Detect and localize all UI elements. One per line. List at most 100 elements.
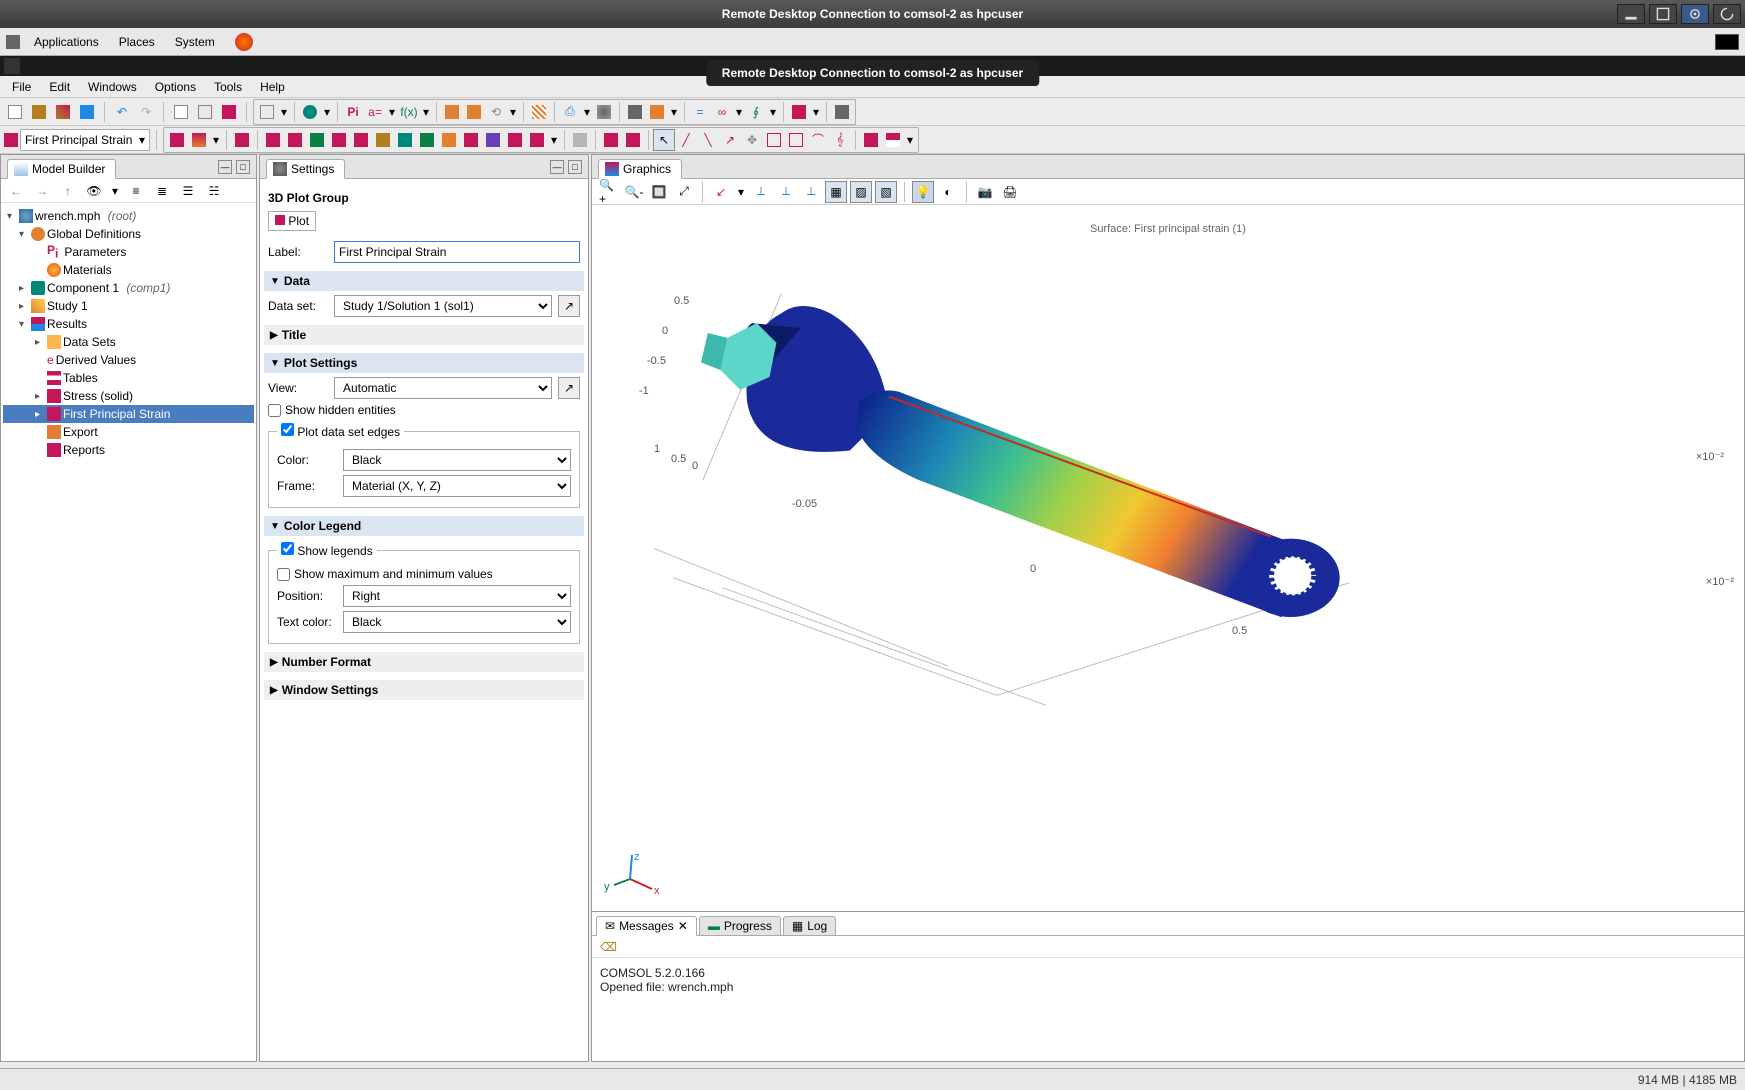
pan-icon[interactable]: ✥ xyxy=(741,129,763,151)
tree-derived-values[interactable]: Derived Values xyxy=(56,353,136,367)
snapshot-icon[interactable]: 📷 xyxy=(974,181,996,203)
section-number-format-header[interactable]: Number Format xyxy=(282,655,371,669)
build-all-icon[interactable] xyxy=(256,101,278,123)
label-icon[interactable]: 𝄞 xyxy=(829,129,851,151)
mesh-plot-icon[interactable] xyxy=(438,129,460,151)
show-legends-checkbox[interactable] xyxy=(281,542,294,555)
open-icon[interactable] xyxy=(28,101,50,123)
goto-view-button[interactable]: ↗ xyxy=(558,377,580,399)
chevron-down-icon[interactable]: ▾ xyxy=(668,105,680,119)
line2-icon[interactable]: ╲ xyxy=(697,129,719,151)
paste-icon[interactable] xyxy=(194,101,216,123)
copy-icon[interactable] xyxy=(170,101,192,123)
new-icon[interactable] xyxy=(4,101,26,123)
princ-stress-icon[interactable] xyxy=(394,129,416,151)
tree-study[interactable]: Study 1 xyxy=(47,299,88,313)
settings-tab[interactable]: Settings xyxy=(291,162,334,176)
scene-light-btn[interactable]: 💡 xyxy=(912,181,934,203)
tree-parameters[interactable]: Parameters xyxy=(64,245,126,259)
xy-view-icon[interactable]: ⟂ xyxy=(750,181,772,203)
arrow-line-icon[interactable] xyxy=(350,129,372,151)
plot-icon[interactable] xyxy=(646,101,668,123)
menu-help[interactable]: Help xyxy=(252,78,293,96)
zoom-box-icon[interactable]: 🔲 xyxy=(648,181,670,203)
menu-windows[interactable]: Windows xyxy=(80,78,145,96)
chevron-down-icon[interactable]: ▾ xyxy=(581,105,593,119)
chevron-down-icon[interactable]: ▾ xyxy=(733,105,745,119)
max-min-icon[interactable] xyxy=(460,129,482,151)
undo-icon[interactable]: ↶ xyxy=(111,101,133,123)
surface-plot-icon[interactable] xyxy=(166,129,188,151)
model-tree[interactable]: ▾ wrench.mph (root) ▾ Global Definitions… xyxy=(1,203,256,1061)
taskbar-terminal-icon[interactable] xyxy=(1715,34,1739,50)
results-icon[interactable] xyxy=(624,101,646,123)
arrow-vol-icon[interactable] xyxy=(306,129,328,151)
minimize-panel-button[interactable]: — xyxy=(218,160,232,174)
grid-icon[interactable] xyxy=(441,101,463,123)
list2-icon[interactable]: ☵ xyxy=(203,180,225,202)
zoom-extents-icon[interactable]: ⤢ xyxy=(673,181,695,203)
slice-icon[interactable] xyxy=(231,129,253,151)
rdp-settings-button[interactable] xyxy=(1681,4,1709,24)
table-icon[interactable] xyxy=(882,129,904,151)
app-system-button[interactable] xyxy=(4,58,20,74)
box-icon[interactable] xyxy=(622,129,644,151)
zoom-out-icon[interactable]: 🔍- xyxy=(623,181,645,203)
tree-data-sets[interactable]: Data Sets xyxy=(63,335,116,349)
show-icon[interactable]: 👁 xyxy=(83,180,105,202)
plot3d-icon[interactable] xyxy=(788,101,810,123)
expand-icon[interactable]: ≣ xyxy=(151,180,173,202)
chevron-down-icon[interactable]: ▾ xyxy=(904,133,916,147)
zoom-in-icon[interactable]: 🔍+ xyxy=(598,181,620,203)
more-plot-icon[interactable] xyxy=(526,129,548,151)
save-icon[interactable] xyxy=(76,101,98,123)
component-icon[interactable] xyxy=(299,101,321,123)
collapse-icon[interactable]: ≡ xyxy=(125,180,147,202)
variable-icon[interactable]: a= xyxy=(364,101,386,123)
frame-select[interactable]: Material (X, Y, Z) xyxy=(343,475,571,497)
gnome-places-menu[interactable]: Places xyxy=(113,33,161,51)
yz-view-icon[interactable]: ⟂ xyxy=(775,181,797,203)
contour-icon[interactable] xyxy=(284,129,306,151)
label-input[interactable] xyxy=(334,241,580,263)
volume-plot-icon[interactable] xyxy=(188,129,210,151)
select-arrow-icon[interactable]: ↖ xyxy=(653,129,675,151)
chevron-down-icon[interactable]: ▾ xyxy=(507,105,519,119)
tree-root[interactable]: wrench.mph xyxy=(35,209,100,223)
graphics-tab[interactable]: Graphics xyxy=(623,162,671,176)
menu-tools[interactable]: Tools xyxy=(206,78,250,96)
plot-edges-checkbox[interactable] xyxy=(281,423,294,436)
log-tab[interactable]: ▦Log xyxy=(783,916,836,936)
chevron-down-icon[interactable]: ▾ xyxy=(810,105,822,119)
menu-file[interactable]: File xyxy=(4,78,39,96)
section-plot-settings-header[interactable]: Plot Settings xyxy=(284,356,357,370)
model-wizard-icon[interactable] xyxy=(218,101,240,123)
line-icon[interactable]: ╱ xyxy=(675,129,697,151)
progress-tab[interactable]: ▬Progress xyxy=(699,916,781,936)
grid2-icon[interactable] xyxy=(463,101,485,123)
tree-stress[interactable]: Stress (solid) xyxy=(63,389,133,403)
equals-icon[interactable]: = xyxy=(689,101,711,123)
annot-icon[interactable] xyxy=(482,129,504,151)
model-builder-tab[interactable]: Model Builder xyxy=(32,162,105,176)
position-select[interactable]: Right xyxy=(343,585,571,607)
minimize-panel-button[interactable]: — xyxy=(550,160,564,174)
chevron-down-icon[interactable]: ▾ xyxy=(548,133,560,147)
iso-icon[interactable] xyxy=(262,129,284,151)
gear-icon[interactable] xyxy=(593,101,615,123)
rect-icon[interactable] xyxy=(763,129,785,151)
tree-reports[interactable]: Reports xyxy=(63,443,105,457)
gnome-system-menu[interactable]: System xyxy=(169,33,221,51)
scene-light-icon[interactable] xyxy=(569,129,591,151)
tree-first-principal-strain[interactable]: First Principal Strain xyxy=(63,407,170,421)
export-icon[interactable] xyxy=(831,101,853,123)
chevron-down-icon[interactable]: ▾ xyxy=(109,184,121,198)
chevron-down-icon[interactable]: ▾ xyxy=(735,185,747,199)
chevron-down-icon[interactable]: ▾ xyxy=(767,105,779,119)
messages-tab[interactable]: ✉Messages ✕ xyxy=(596,916,697,936)
plot-group-combo[interactable]: First Principal Strain ▾ xyxy=(20,129,150,151)
xz-view-icon[interactable]: ⟂ xyxy=(800,181,822,203)
pi-icon[interactable]: Pi xyxy=(342,101,364,123)
stream-icon[interactable] xyxy=(372,129,394,151)
tree-export[interactable]: Export xyxy=(63,425,98,439)
